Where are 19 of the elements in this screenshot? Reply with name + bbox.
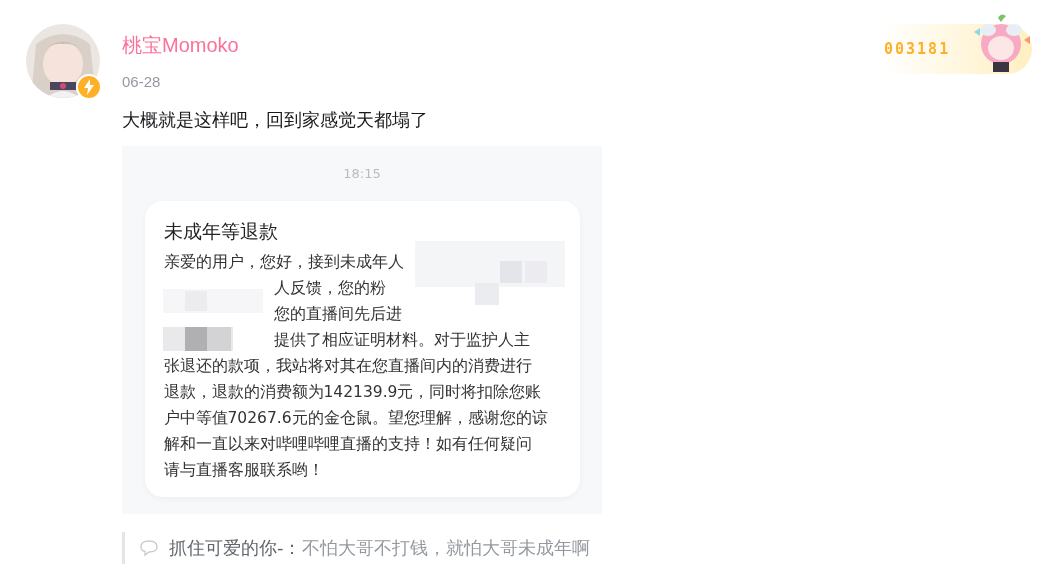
- message-time: 18:15: [343, 166, 381, 181]
- message-line: 解和一直以来对哔哩哔哩直播的支持！如有任何疑问: [163, 434, 533, 455]
- message-line: 您的直播间先后进: [272, 304, 403, 325]
- post-date: 06-28: [122, 73, 162, 90]
- comment-user[interactable]: 抓住可爱的你-：: [169, 536, 302, 560]
- message-line: 人反馈，您的粉: [272, 278, 387, 299]
- message-title: 未成年等退款: [163, 219, 279, 244]
- comment-icon: [139, 539, 159, 557]
- screenshot-background[interactable]: 18:15 未成年等退款 亲爱的用户，您好，接到未成年人 人反馈，您的粉 您的直播间先后进 提供了相应证明材料。对于监护人主 张退还的款项，我站将对其在您直播间内的消费进行 退款，退款的消费额为142139.9元，同时将扣除您账 户中等值70267.6元的金仓鼠。望您理解，感谢您的谅 解和一直以来对哔哩哔哩直播的支持！如有任何疑问 请与直播客服联系哟！: [122, 146, 602, 514]
- message-line: 亲爱的用户，您好，接到未成年人: [163, 252, 405, 273]
- comment-text: 不怕大哥不打钱，就怕大哥未成年啊: [301, 536, 590, 560]
- message-line: 提供了相应证明材料。对于监护人主: [272, 330, 531, 351]
- message-line: 户中等值70267.6元的金仓鼠。望您理解，感谢您的谅: [163, 408, 549, 429]
- message-line: 退款，退款的消费额为142139.9元，同时将扣除您账: [163, 382, 543, 403]
- message-line: 请与直播客服联系哟！: [163, 460, 325, 481]
- lightning-icon: [76, 74, 102, 100]
- post-text: 大概就是这样吧，回到家感觉天都塌了: [122, 108, 429, 132]
- message-line: 张退还的款项，我站将对其在您直播间内的消费进行: [163, 356, 533, 377]
- badge-number: 003181: [884, 40, 951, 58]
